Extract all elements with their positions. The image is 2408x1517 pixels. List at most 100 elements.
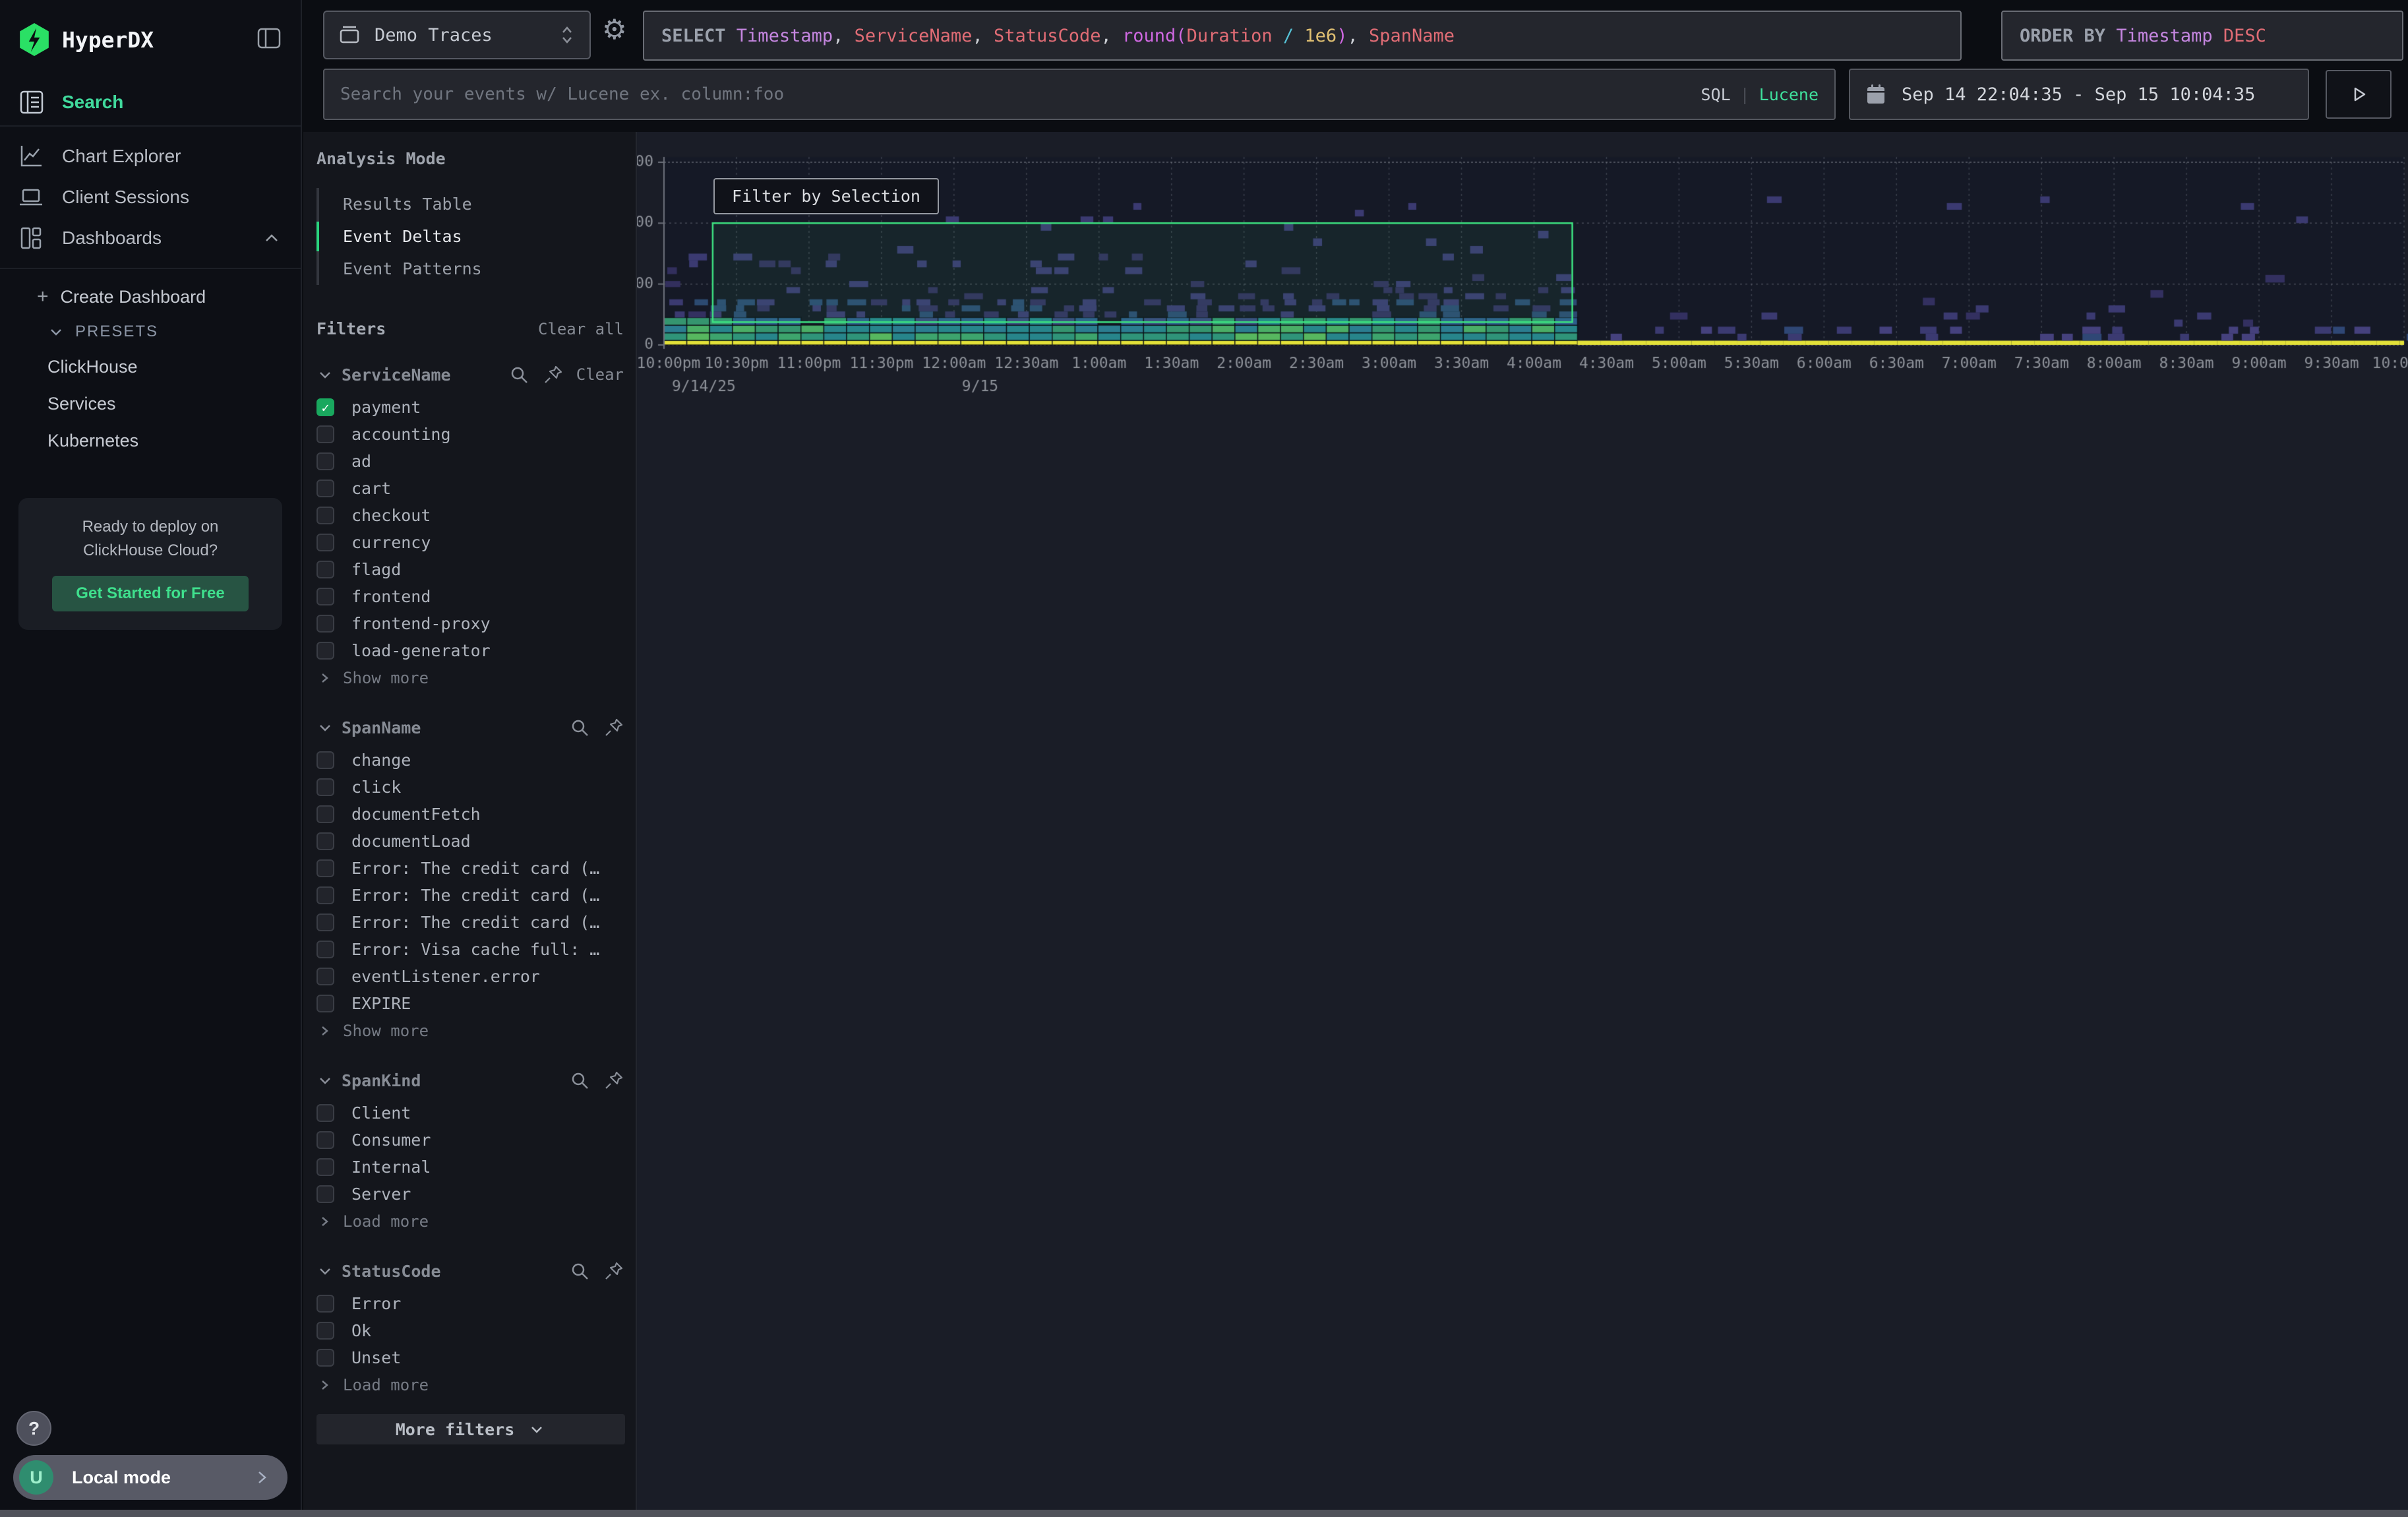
load-more-button[interactable]: Load more (316, 1371, 624, 1398)
checkbox-unchecked[interactable] (316, 805, 334, 823)
filter-option-error-the-credit-card[interactable]: Error: The credit card (… (316, 909, 624, 936)
mode-sql[interactable]: SQL (1701, 85, 1730, 104)
filter-option-internal[interactable]: Internal (316, 1154, 624, 1181)
filter-option-error-visa-cache-full[interactable]: Error: Visa cache full: … (316, 936, 624, 963)
filter-option-frontend[interactable]: frontend (316, 583, 624, 610)
checkbox-unchecked[interactable] (316, 588, 334, 605)
filter-group-title[interactable]: StatusCode (342, 1262, 555, 1281)
filter-option-accounting[interactable]: accounting (316, 421, 624, 448)
search-input[interactable] (340, 84, 1701, 104)
search-icon[interactable] (570, 1070, 589, 1090)
filter-group-title[interactable]: SpanName (342, 718, 555, 737)
more-filters-button[interactable]: More filters (316, 1414, 625, 1444)
preset-item-kubernetes[interactable]: Kubernetes (0, 422, 301, 459)
checkbox-unchecked[interactable] (316, 859, 334, 877)
time-range-picker[interactable]: Sep 14 22:04:35 - Sep 15 10:04:35 (1849, 69, 2309, 120)
sidebar-item-chart-explorer[interactable]: Chart Explorer (0, 136, 301, 177)
filter-option-eventlistener-error[interactable]: eventListener.error (316, 963, 624, 990)
checkbox-unchecked[interactable] (316, 1349, 334, 1367)
sidebar-item-client-sessions[interactable]: Client Sessions (0, 177, 301, 218)
filter-option-click[interactable]: click (316, 774, 624, 801)
checkbox-unchecked[interactable] (316, 1295, 334, 1313)
filter-option-change[interactable]: change (316, 747, 624, 774)
order-by-input[interactable]: ORDER BY Timestamp DESC (2001, 11, 2403, 61)
user-menu[interactable]: U Local mode (13, 1455, 287, 1500)
search-icon[interactable] (570, 718, 589, 737)
traces-heatmap-canvas[interactable] (637, 132, 2408, 409)
help-button[interactable]: ? (16, 1411, 51, 1446)
filter-option-error-the-credit-card[interactable]: Error: The credit card (… (316, 882, 624, 909)
checkbox-unchecked[interactable] (316, 1322, 334, 1340)
checkbox-unchecked[interactable] (316, 1185, 334, 1203)
source-select[interactable]: Demo Traces (323, 11, 591, 59)
sql-select-input[interactable]: SELECT Timestamp, ServiceName, StatusCod… (643, 11, 1962, 61)
clear-group-button[interactable]: Clear (576, 365, 624, 384)
run-query-button[interactable] (2326, 70, 2392, 119)
filter-group-title[interactable]: ServiceName (342, 365, 495, 385)
filter-group-title[interactable]: SpanKind (342, 1071, 555, 1090)
preset-item-services[interactable]: Services (0, 385, 301, 422)
chevron-down-icon[interactable] (316, 719, 334, 736)
filter-option-frontend-proxy[interactable]: frontend-proxy (316, 610, 624, 637)
filter-option-error[interactable]: Error (316, 1290, 624, 1317)
checkbox-unchecked[interactable] (316, 751, 334, 769)
filter-option-currency[interactable]: currency (316, 529, 624, 556)
clear-all-button[interactable]: Clear all (538, 320, 624, 338)
filter-by-selection-button[interactable]: Filter by Selection (713, 178, 939, 214)
checkbox-unchecked[interactable] (316, 968, 334, 985)
filter-option-unset[interactable]: Unset (316, 1344, 624, 1371)
pin-icon[interactable] (604, 1261, 624, 1281)
checkbox-unchecked[interactable] (316, 1158, 334, 1176)
chevron-down-icon[interactable] (316, 1072, 334, 1089)
show-more-button[interactable]: Show more (316, 664, 624, 691)
sidebar-item-dashboards[interactable]: Dashboards (0, 218, 301, 259)
checkbox-unchecked[interactable] (316, 480, 334, 497)
checkbox-unchecked[interactable] (316, 425, 334, 443)
filter-option-ok[interactable]: Ok (316, 1317, 624, 1344)
filter-option-consumer[interactable]: Consumer (316, 1127, 624, 1154)
filter-option-cart[interactable]: cart (316, 475, 624, 502)
checkbox-unchecked[interactable] (316, 642, 334, 660)
create-dashboard-button[interactable]: + Create Dashboard (0, 278, 301, 315)
chevron-down-icon[interactable] (316, 1262, 334, 1280)
sidebar-collapse-icon[interactable] (256, 25, 282, 55)
checkbox-unchecked[interactable] (316, 1104, 334, 1122)
checkbox-unchecked[interactable] (316, 452, 334, 470)
chevron-up-icon[interactable] (261, 228, 282, 249)
checkbox-unchecked[interactable] (316, 507, 334, 524)
filter-option-error-the-credit-card[interactable]: Error: The credit card (… (316, 855, 624, 882)
filter-option-checkout[interactable]: checkout (316, 502, 624, 529)
filter-option-expire[interactable]: EXPIRE (316, 990, 624, 1017)
filter-option-payment[interactable]: ✓payment (316, 394, 624, 421)
mode-lucene[interactable]: Lucene (1759, 85, 1819, 104)
checkbox-unchecked[interactable] (316, 832, 334, 850)
analysis-mode-option-event-patterns[interactable]: Event Patterns (319, 253, 624, 285)
analysis-mode-option-results-table[interactable]: Results Table (319, 188, 624, 220)
filter-option-documentfetch[interactable]: documentFetch (316, 801, 624, 828)
pin-icon[interactable] (604, 1070, 624, 1090)
checkbox-unchecked[interactable] (316, 1131, 334, 1149)
analysis-mode-option-event-deltas[interactable]: Event Deltas (319, 220, 624, 253)
checkbox-checked[interactable]: ✓ (316, 398, 334, 416)
filter-option-flagd[interactable]: flagd (316, 556, 624, 583)
checkbox-unchecked[interactable] (316, 534, 334, 551)
checkbox-unchecked[interactable] (316, 615, 334, 633)
checkbox-unchecked[interactable] (316, 995, 334, 1012)
show-more-button[interactable]: Show more (316, 1017, 624, 1044)
preset-item-clickhouse[interactable]: ClickHouse (0, 348, 301, 385)
search-icon[interactable] (570, 1261, 589, 1281)
gear-icon[interactable]: ⚙ (602, 16, 627, 44)
checkbox-unchecked[interactable] (316, 561, 334, 578)
search-icon[interactable] (509, 365, 529, 385)
filter-option-server[interactable]: Server (316, 1181, 624, 1208)
checkbox-unchecked[interactable] (316, 941, 334, 958)
checkbox-unchecked[interactable] (316, 886, 334, 904)
pin-icon[interactable] (543, 365, 563, 385)
get-started-button[interactable]: Get Started for Free (52, 576, 248, 611)
load-more-button[interactable]: Load more (316, 1208, 624, 1235)
filter-option-documentload[interactable]: documentLoad (316, 828, 624, 855)
sidebar-item-search[interactable]: Search (0, 79, 301, 127)
filter-option-client[interactable]: Client (316, 1099, 624, 1127)
presets-header[interactable]: PRESETS (0, 315, 301, 348)
horizontal-scrollbar[interactable] (0, 1510, 2408, 1517)
